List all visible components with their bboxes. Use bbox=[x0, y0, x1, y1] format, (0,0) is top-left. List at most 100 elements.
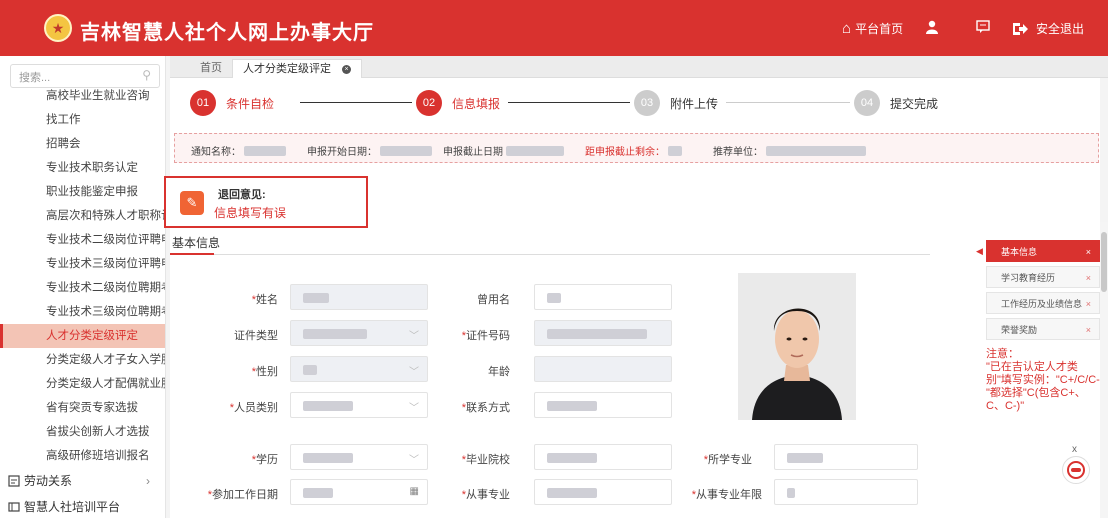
step-4: 04 提交完成 bbox=[854, 90, 938, 116]
return-opinion-box: ✎ 退回意见: 信息填写有误 bbox=[164, 176, 368, 228]
step-1: 01 条件自检 bbox=[190, 90, 274, 116]
major-field[interactable] bbox=[774, 444, 918, 470]
chevron-down-icon: ﹀ bbox=[409, 331, 419, 342]
training-platform-icon bbox=[8, 502, 20, 512]
service-widget[interactable] bbox=[1062, 456, 1090, 484]
sidebar-item[interactable]: 找工作 bbox=[0, 108, 165, 132]
step-label: 附件上传 bbox=[670, 96, 719, 111]
former-name-field[interactable] bbox=[534, 284, 672, 310]
return-opinion-title: 退回意见: bbox=[218, 189, 266, 201]
contact-field[interactable] bbox=[534, 392, 672, 418]
right-tab-work[interactable]: 工作经历及业绩信息 × bbox=[986, 292, 1100, 314]
right-note: 注意： "已在吉认定人才类别"填写实例："C+/C/C-"都选择"C(包含C+、… bbox=[986, 348, 1100, 413]
note-title: 注意： bbox=[986, 348, 1019, 360]
home-icon: ⌂ bbox=[842, 20, 852, 37]
id-number-field[interactable] bbox=[534, 320, 672, 346]
search-icon: ⚲ bbox=[142, 68, 151, 82]
sidebar-item[interactable]: 专业技术三级岗位聘期考核 bbox=[0, 300, 165, 324]
sidebar-item[interactable]: 专业技术三级岗位评聘申报 bbox=[0, 252, 165, 276]
sidebar-item[interactable]: 专业技术二级岗位评聘申报 bbox=[0, 228, 165, 252]
sidebar-group-training[interactable]: 智慧人社培训平台 bbox=[0, 494, 165, 518]
chevron-down-icon: ﹀ bbox=[409, 455, 419, 466]
name-field[interactable] bbox=[290, 284, 428, 310]
return-opinion-text: 信息填写有误 bbox=[214, 206, 287, 220]
step-number: 04 bbox=[854, 90, 880, 116]
logout-button[interactable]: 安全退出 bbox=[1012, 20, 1084, 37]
notice-start-label: 申报开始日期： bbox=[307, 147, 377, 158]
emblem-logo-icon: ★ bbox=[44, 14, 72, 42]
step-label: 条件自检 bbox=[226, 96, 275, 111]
work-date-label: *参加工作日期 bbox=[207, 489, 278, 501]
step-number: 03 bbox=[634, 90, 660, 116]
profession-label: *从事专业 bbox=[461, 489, 510, 501]
school-field[interactable] bbox=[534, 444, 672, 470]
service-icon bbox=[1067, 461, 1085, 479]
sidebar-item[interactable]: 专业技术职务认定 bbox=[0, 156, 165, 180]
close-icon: × bbox=[1085, 273, 1091, 283]
logout-icon bbox=[1013, 22, 1028, 35]
step-connector bbox=[726, 102, 850, 103]
edit-icon: ✎ bbox=[180, 191, 204, 215]
gender-label: *性别 bbox=[251, 366, 278, 378]
step-3: 03 附件上传 bbox=[634, 90, 718, 116]
message-button[interactable] bbox=[976, 20, 990, 33]
sidebar-item[interactable]: 省拔尖创新人才选拔 bbox=[0, 420, 165, 444]
sidebar-item[interactable]: 职业技能鉴定申报 bbox=[0, 180, 165, 204]
sidebar-item[interactable]: 分类定级人才子女入学服务 bbox=[0, 348, 165, 372]
user-icon bbox=[926, 20, 938, 34]
right-tab-honors[interactable]: 荣誉奖励 × bbox=[986, 318, 1100, 340]
notice-remain-label: 距申报截止剩余： bbox=[585, 147, 665, 158]
home-link[interactable]: ⌂ 平台首页 bbox=[842, 20, 903, 37]
redacted-value bbox=[506, 145, 564, 156]
scrollbar-thumb[interactable] bbox=[1101, 232, 1107, 292]
step-2: 02 信息填报 bbox=[416, 90, 500, 116]
sidebar-item[interactable]: 高校毕业生就业咨询 bbox=[0, 84, 165, 108]
chevron-right-icon: › bbox=[146, 474, 150, 488]
profession-field[interactable] bbox=[534, 479, 672, 505]
redacted-value bbox=[668, 145, 682, 156]
user-button[interactable] bbox=[926, 20, 938, 34]
redacted-value bbox=[766, 145, 866, 156]
section-divider bbox=[170, 253, 930, 255]
id-type-select[interactable]: ﹀ bbox=[290, 320, 428, 346]
person-type-select[interactable]: ﹀ bbox=[290, 392, 428, 418]
chevron-down-icon: ﹀ bbox=[409, 367, 419, 378]
sidebar-item[interactable]: 专业技术二级岗位聘期考核 bbox=[0, 276, 165, 300]
person-type-label: *人员类别 bbox=[229, 402, 278, 414]
close-icon: × bbox=[1085, 325, 1091, 335]
note-body: "已在吉认定人才类别"填写实例："C+/C/C-"都选择"C(包含C+、C、C-… bbox=[986, 361, 1100, 412]
notice-bar: 通知名称： 申报开始日期： 申报截止日期 距申报截止剩余： 推荐单位： bbox=[174, 133, 1099, 163]
sidebar-item[interactable]: 省有突贡专家选拔 bbox=[0, 396, 165, 420]
message-icon bbox=[976, 20, 990, 33]
sidebar-group-label: 劳动关系 bbox=[24, 474, 73, 488]
right-tab-basic-info[interactable]: 基本信息 × bbox=[986, 240, 1100, 262]
search-placeholder: 搜索... bbox=[19, 72, 51, 84]
age-label: 年龄 bbox=[488, 366, 510, 378]
home-link-label: 平台首页 bbox=[855, 22, 904, 36]
sidebar-item[interactable]: 高级研修班培训报名 bbox=[0, 444, 165, 468]
logout-label: 安全退出 bbox=[1036, 22, 1085, 36]
tab-talent-classification[interactable]: 人才分类定级评定 × bbox=[232, 59, 363, 78]
school-label: *毕业院校 bbox=[461, 454, 510, 466]
tab-label: 人才分类定级评定 bbox=[243, 63, 331, 75]
sidebar-item-active[interactable]: 人才分类定级评定 bbox=[0, 324, 165, 348]
redacted-value bbox=[380, 145, 432, 156]
right-tab-education[interactable]: 学习教育经历 × bbox=[986, 266, 1100, 288]
close-tab-icon[interactable]: × bbox=[342, 64, 352, 74]
sidebar-item[interactable]: 高层次和特殊人才职称认定 bbox=[0, 204, 165, 228]
sidebar-item[interactable]: 招聘会 bbox=[0, 132, 165, 156]
profession-years-field[interactable] bbox=[774, 479, 918, 505]
close-widget-icon[interactable]: x bbox=[1072, 444, 1077, 455]
chevron-down-icon: ﹀ bbox=[409, 403, 419, 414]
main-content: 01 条件自检 02 信息填报 03 附件上传 04 提交完成 通知名称： 申报… bbox=[164, 78, 1100, 518]
page-tabs: 首页 人才分类定级评定 × bbox=[170, 56, 1108, 78]
id-type-label: 证件类型 bbox=[234, 330, 278, 342]
tab-home[interactable]: 首页 bbox=[190, 59, 232, 78]
work-date-picker[interactable]: ▦ bbox=[290, 479, 428, 505]
sidebar-item[interactable]: 分类定级人才配偶就业服务 bbox=[0, 372, 165, 396]
age-field[interactable] bbox=[534, 356, 672, 382]
sidebar-group-labor[interactable]: 劳动关系 › bbox=[0, 468, 165, 494]
gender-select[interactable]: ﹀ bbox=[290, 356, 428, 382]
education-select[interactable]: ﹀ bbox=[290, 444, 428, 470]
step-number: 02 bbox=[416, 90, 442, 116]
